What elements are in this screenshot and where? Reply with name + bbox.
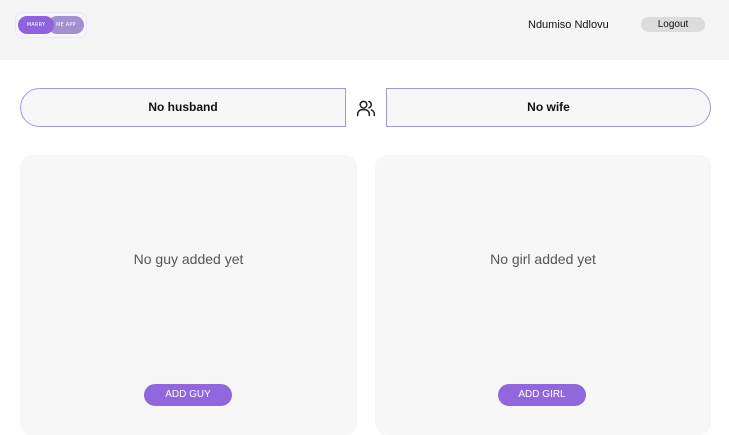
add-girl-button[interactable]: ADD GIRL [498,384,586,406]
guys-panel: No guy added yet ADD GUY [20,155,357,435]
girls-panel: No girl added yet ADD GIRL [375,155,711,435]
add-guy-button[interactable]: ADD GUY [144,384,232,406]
wife-slot[interactable]: No wife [386,88,711,127]
app-header: ME APP MARRY Ndumiso Ndlovu Logout [0,0,729,60]
user-name: Ndumiso Ndlovu [528,19,609,31]
husband-slot[interactable]: No husband [20,88,346,127]
users-icon [356,100,376,117]
girls-empty-message: No girl added yet [490,251,596,267]
app-logo[interactable]: ME APP MARRY [15,12,87,38]
logo-pill-marry: MARRY [18,16,54,34]
logout-button[interactable]: Logout [641,17,705,32]
guys-empty-message: No guy added yet [133,251,244,267]
